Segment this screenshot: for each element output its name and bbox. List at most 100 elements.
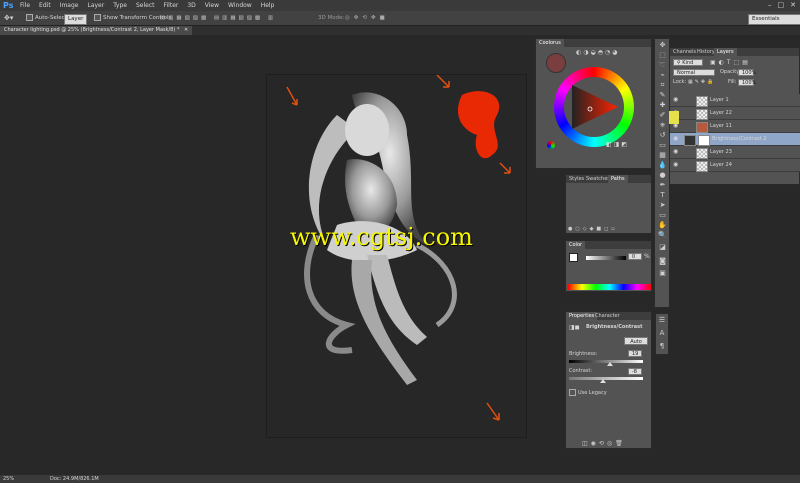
layer-row[interactable]: ◉ Layer 24 bbox=[670, 159, 800, 172]
brightness-slider-thumb[interactable] bbox=[607, 362, 614, 366]
contrast-slider-thumb[interactable] bbox=[600, 379, 607, 383]
tab-coolorus[interactable]: Coolorus bbox=[536, 39, 564, 47]
screen-mode-icon[interactable]: ▣ bbox=[655, 269, 670, 278]
visibility-eye-icon[interactable]: ◉ bbox=[673, 162, 679, 168]
blend-mode-dropdown[interactable]: Normal bbox=[673, 69, 715, 76]
color-wheel[interactable] bbox=[554, 67, 634, 147]
gray-slider[interactable] bbox=[586, 256, 626, 260]
menu-help[interactable]: Help bbox=[261, 0, 275, 11]
layer-row[interactable]: ◉ Brightness/Contrast 2 bbox=[670, 133, 800, 146]
zoom-level[interactable]: 25% bbox=[3, 475, 14, 483]
color-panel: Color 0 % bbox=[565, 240, 652, 292]
workspace-dropdown[interactable]: Essentials bbox=[748, 14, 800, 25]
window-controls: – □ ✕ bbox=[768, 1, 796, 10]
restore-button[interactable]: □ bbox=[778, 1, 785, 10]
toolbox: ✥ ⬚ ➰ ⌁ ⌗ ✎ ✚ ✐ ⎈ ↺ ▭ ▦ 💧 ● ✒ T ➤ ▭ ✋ 🔍 … bbox=[654, 38, 670, 308]
3d-tools-icon[interactable]: ◎✥⟲✤■ bbox=[345, 14, 389, 23]
auto-select-checkbox[interactable]: Auto-Select: bbox=[26, 14, 69, 23]
tab-character[interactable]: Character bbox=[592, 312, 623, 320]
hand-tool-icon[interactable]: ✋ bbox=[655, 221, 670, 230]
eraser-tool-icon[interactable]: ▭ bbox=[655, 141, 670, 150]
menu-type[interactable]: Type bbox=[113, 0, 127, 11]
clone-stamp-tool-icon[interactable]: ⎈ bbox=[655, 121, 670, 130]
align-buttons-icon[interactable]: ▤▥▦▧▨▩ ▤▥▦▧▨▩ ▥ bbox=[160, 14, 276, 23]
layer-row[interactable]: ◉Layer 22 bbox=[670, 107, 800, 120]
brightness-slider[interactable] bbox=[569, 360, 643, 366]
coolorus-mode-icons[interactable]: ◐◑◒◓◔◕ bbox=[576, 49, 619, 56]
tab-color[interactable]: Color bbox=[566, 241, 586, 249]
move-tool-icon[interactable]: ✥ bbox=[655, 41, 670, 50]
menu-3d[interactable]: 3D bbox=[187, 0, 195, 11]
layer-mask-thumbnail[interactable] bbox=[698, 135, 710, 146]
history-brush-tool-icon[interactable]: ↺ bbox=[655, 131, 670, 140]
menu-select[interactable]: Select bbox=[136, 0, 155, 11]
contrast-field[interactable]: -8 bbox=[628, 368, 642, 375]
properties-footer-icons[interactable]: ◫◉⟲◎🗑 bbox=[582, 440, 626, 447]
gray-value-field[interactable]: 0 bbox=[628, 253, 642, 260]
brush-tool-icon[interactable]: ✐ bbox=[655, 111, 670, 120]
auto-select-dropdown[interactable]: Layer bbox=[64, 14, 88, 25]
paragraph-panel-icon[interactable]: ¶ bbox=[656, 342, 668, 351]
tab-layers[interactable]: Layers bbox=[714, 48, 737, 56]
lasso-tool-icon[interactable]: ➰ bbox=[655, 61, 670, 70]
character-panel-icon[interactable]: A bbox=[656, 329, 668, 338]
opacity-field[interactable]: 100% bbox=[738, 69, 756, 76]
document-tab[interactable]: Character lighting.psd @ 25% (Brightness… bbox=[0, 26, 193, 35]
lock-icons[interactable]: ▦✎✥🔒 bbox=[688, 79, 715, 86]
crop-tool-icon[interactable]: ⌗ bbox=[655, 81, 670, 90]
type-tool-icon[interactable]: T bbox=[655, 191, 670, 200]
coolorus-bottom-icons[interactable]: ◧◨◩ bbox=[606, 141, 629, 148]
eyedropper-tool-icon[interactable]: ✎ bbox=[655, 91, 670, 100]
tab-paths[interactable]: Paths bbox=[608, 175, 628, 183]
color-harmony-icon[interactable] bbox=[547, 141, 555, 149]
foreground-color-swatch[interactable] bbox=[569, 253, 578, 262]
coolorus-panel: Coolorus ◐◑◒◓◔◕ ◧◨◩ bbox=[535, 38, 652, 169]
layer-filter-dropdown[interactable]: ⚲ Kind bbox=[673, 59, 703, 66]
use-legacy-checkbox[interactable]: Use Legacy bbox=[569, 389, 607, 396]
layer-row[interactable]: ◉ Layer 23 bbox=[670, 146, 800, 159]
marquee-tool-icon[interactable]: ⬚ bbox=[655, 51, 670, 60]
canvas[interactable] bbox=[267, 74, 526, 437]
dodge-tool-icon[interactable]: ● bbox=[655, 171, 670, 180]
move-tool-icon[interactable]: ✥▾ bbox=[4, 14, 13, 23]
minimize-button[interactable]: – bbox=[768, 1, 772, 10]
fill-field[interactable]: 100% bbox=[738, 79, 756, 86]
blur-tool-icon[interactable]: 💧 bbox=[655, 161, 670, 170]
fg-bg-colors-icon[interactable]: ◪ bbox=[655, 243, 670, 252]
layer-row[interactable]: ◉ Layer 1 bbox=[670, 94, 800, 107]
auto-button[interactable]: Auto bbox=[624, 337, 648, 345]
paths-footer-icons[interactable]: ●○◇◆■◻▫ bbox=[568, 226, 618, 232]
layer-row[interactable]: ◉ Layer 11 bbox=[670, 120, 800, 133]
document-tab-bar: Character lighting.psd @ 25% (Brightness… bbox=[0, 26, 800, 35]
layer-filter-icons[interactable]: ▣◐T⬚▤ bbox=[710, 59, 751, 66]
healing-brush-tool-icon[interactable]: ✚ bbox=[655, 101, 670, 110]
menu-layer[interactable]: Layer bbox=[87, 0, 104, 11]
color-triangle[interactable] bbox=[566, 79, 622, 135]
current-color-swatch[interactable] bbox=[546, 53, 566, 73]
photoshop-logo: Ps bbox=[3, 1, 14, 10]
close-document-icon[interactable]: ✕ bbox=[184, 27, 188, 33]
quick-select-tool-icon[interactable]: ⌁ bbox=[655, 71, 670, 80]
path-select-tool-icon[interactable]: ➤ bbox=[655, 201, 670, 210]
visibility-eye-icon[interactable]: ◉ bbox=[673, 149, 679, 155]
gradient-tool-icon[interactable]: ▦ bbox=[655, 151, 670, 160]
close-button[interactable]: ✕ bbox=[790, 1, 796, 10]
brightness-field[interactable]: 19 bbox=[628, 350, 642, 357]
quick-mask-icon[interactable]: ◙ bbox=[655, 257, 670, 266]
visibility-eye-icon[interactable]: ◉ bbox=[673, 136, 679, 142]
menu-file[interactable]: File bbox=[20, 0, 30, 11]
shape-tool-icon[interactable]: ▭ bbox=[655, 211, 670, 220]
menu-image[interactable]: Image bbox=[60, 0, 79, 11]
zoom-tool-icon[interactable]: 🔍 bbox=[655, 231, 670, 240]
pen-tool-icon[interactable]: ✒ bbox=[655, 181, 670, 190]
use-legacy-label: Use Legacy bbox=[578, 390, 607, 396]
contrast-slider[interactable] bbox=[569, 377, 643, 383]
properties-panel-icon[interactable]: ☰ bbox=[656, 316, 668, 325]
menu-filter[interactable]: Filter bbox=[164, 0, 179, 11]
document-info[interactable]: Doc: 24.9M/826.1M bbox=[50, 475, 99, 483]
menu-window[interactable]: Window bbox=[228, 0, 252, 11]
visibility-eye-icon[interactable]: ◉ bbox=[673, 97, 679, 103]
menu-edit[interactable]: Edit bbox=[39, 0, 51, 11]
color-spectrum-ramp[interactable] bbox=[568, 284, 651, 290]
menu-view[interactable]: View bbox=[205, 0, 219, 11]
